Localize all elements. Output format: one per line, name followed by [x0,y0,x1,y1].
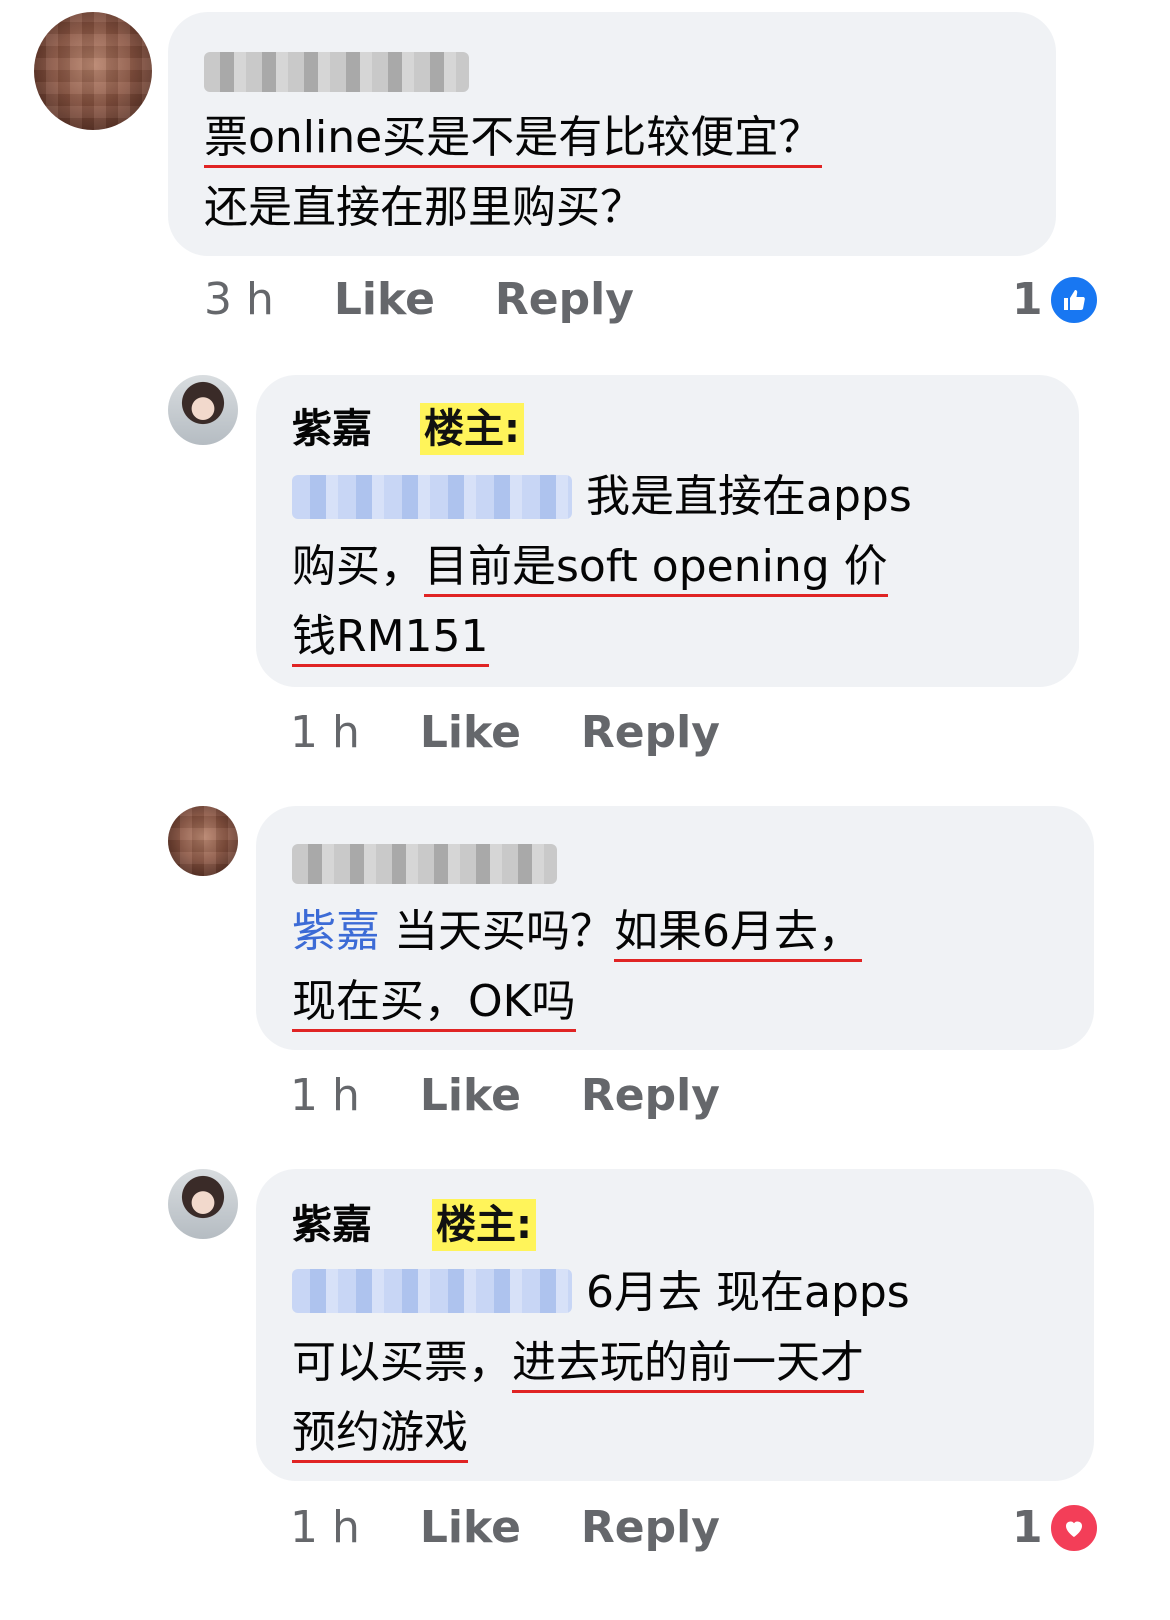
reply-button[interactable]: Reply [581,707,720,758]
avatar[interactable] [168,806,238,876]
comment-text-line: 6月去 现在apps [586,1267,910,1318]
comment-text-line: 还是直接在那里购买？ [204,182,644,233]
like-button[interactable]: Like [420,1070,521,1121]
comment-text-line: 紫嘉 当天买吗？如果6月去， [292,902,862,962]
avatar[interactable] [168,1169,238,1239]
like-button[interactable]: Like [334,274,435,325]
reply-button[interactable]: Reply [581,1502,720,1553]
comment-bubble: 紫嘉 楼主: 我是直接在apps 购买，目前是soft opening 价 钱R… [256,375,1079,687]
reply-button[interactable]: Reply [495,274,634,325]
like-button[interactable]: Like [420,1502,521,1553]
comment-bubble: 票online买是不是有比较便宜？ 还是直接在那里购买？ [168,12,1056,256]
author-name-blurred[interactable] [204,52,469,92]
author-badge: 楼主: [432,1199,536,1251]
avatar[interactable] [34,12,152,130]
timestamp[interactable]: 1 h [290,1502,360,1553]
author-name[interactable]: 紫嘉 [292,1199,372,1251]
mention-blurred[interactable] [292,475,572,519]
mention-blurred[interactable] [292,1269,572,1313]
avatar[interactable] [168,375,238,445]
reaction-count[interactable]: 1 [1012,1500,1043,1556]
comment-text-line: 可以买票，进去玩的前一天才 [292,1333,864,1393]
comment-meta: 3 h Like Reply [204,272,634,328]
comment-meta: 1 h Like Reply [290,705,720,761]
like-icon[interactable] [1048,274,1100,326]
timestamp[interactable]: 3 h [204,274,274,325]
love-icon[interactable] [1048,1502,1100,1554]
comment-text-line: 我是直接在apps [586,471,912,522]
mention-link[interactable]: 紫嘉 [292,906,380,957]
comment-text-line: 钱RM151 [292,607,489,667]
comment-thread: 票online买是不是有比较便宜？ 还是直接在那里购买？ 3 h Like Re… [0,0,1170,1620]
author-badge: 楼主: [420,403,524,455]
reply-button[interactable]: Reply [581,1070,720,1121]
timestamp[interactable]: 1 h [290,707,360,758]
comment-meta: 1 h Like Reply [290,1500,720,1556]
comment-text-line: 现在买，OK吗 [292,972,576,1032]
comment-meta: 1 h Like Reply [290,1068,720,1124]
comment-bubble: 紫嘉 当天买吗？如果6月去， 现在买，OK吗 [256,806,1094,1050]
comment-text-line: 预约游戏 [292,1403,468,1463]
comment-text-line: 购买，目前是soft opening 价 [292,537,888,597]
author-name[interactable]: 紫嘉 [292,403,372,455]
comment-bubble: 紫嘉 楼主: 6月去 现在apps 可以买票，进去玩的前一天才 预约游戏 [256,1169,1094,1481]
author-name-blurred[interactable] [292,844,557,884]
timestamp[interactable]: 1 h [290,1070,360,1121]
reaction-count[interactable]: 1 [1012,272,1043,328]
comment-text-line: 票online买是不是有比较便宜？ [204,108,823,168]
like-button[interactable]: Like [420,707,521,758]
